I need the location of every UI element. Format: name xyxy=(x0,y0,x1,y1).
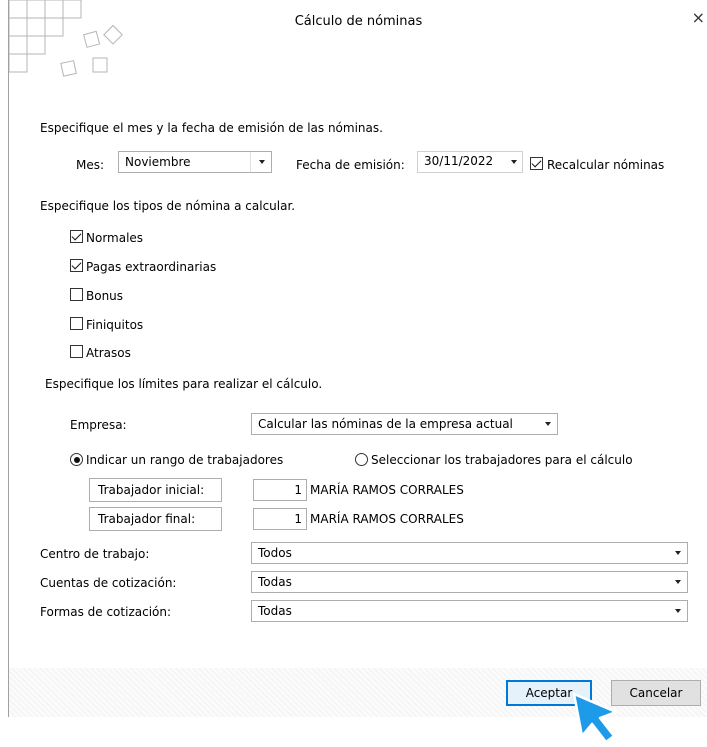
payroll-dialog: Cálculo de nóminas × Especifique el mes … xyxy=(8,0,707,717)
recalculate-label: Recalcular nóminas xyxy=(547,158,665,172)
radio-worker-range[interactable] xyxy=(70,453,83,466)
month-select-value: Noviembre xyxy=(125,155,191,169)
type-atrasos-checkbox[interactable] xyxy=(70,345,83,358)
chevron-down-icon xyxy=(675,609,681,613)
type-finiquitos-checkbox[interactable] xyxy=(70,317,83,330)
month-label: Mes: xyxy=(76,158,105,172)
recalculate-checkbox[interactable] xyxy=(530,157,543,170)
issue-date-picker[interactable]: 30/11/2022 xyxy=(417,151,523,173)
chevron-down-icon xyxy=(545,422,551,426)
month-select-separator xyxy=(250,152,251,172)
company-select-value: Calcular las nóminas de la empresa actua… xyxy=(258,417,513,431)
type-bonus-label: Bonus xyxy=(86,289,124,303)
close-icon[interactable]: × xyxy=(692,8,705,27)
type-pagas-extra-checkbox[interactable] xyxy=(70,259,83,272)
section-types-heading: Especifique los tipos de nómina a calcul… xyxy=(40,199,296,213)
worker-start-name: MARÍA RAMOS CORRALES xyxy=(310,483,464,497)
month-select[interactable]: Noviembre xyxy=(118,151,272,173)
type-finiquitos-label: Finiquitos xyxy=(86,318,144,332)
type-pagas-extra-label: Pagas extraordinarias xyxy=(86,260,217,274)
contribution-forms-select[interactable]: Todas xyxy=(251,600,688,622)
section-month-heading: Especifique el mes y la fecha de emisión… xyxy=(40,121,383,135)
issue-date-label: Fecha de emisión: xyxy=(296,158,405,172)
chevron-down-icon xyxy=(675,551,681,555)
company-label: Empresa: xyxy=(70,418,127,432)
type-bonus-checkbox[interactable] xyxy=(70,288,83,301)
radio-worker-range-label: Indicar un rango de trabajadores xyxy=(86,453,284,467)
chevron-down-icon xyxy=(511,160,517,164)
work-center-label: Centro de trabajo: xyxy=(40,547,150,561)
worker-end-label-text: Trabajador final: xyxy=(98,512,196,526)
radio-select-workers[interactable] xyxy=(355,453,368,466)
type-normales-checkbox[interactable] xyxy=(70,230,83,243)
worker-start-label-text: Trabajador inicial: xyxy=(98,483,205,497)
work-center-select[interactable]: Todos xyxy=(251,542,688,564)
contribution-accounts-label: Cuentas de cotización: xyxy=(40,576,177,590)
worker-end-number: 1 xyxy=(294,512,302,526)
type-normales-label: Normales xyxy=(86,231,144,245)
work-center-value: Todos xyxy=(258,546,292,560)
chevron-down-icon xyxy=(259,160,265,164)
chevron-down-icon xyxy=(675,580,681,584)
type-atrasos-label: Atrasos xyxy=(86,346,131,360)
worker-start-label: Trabajador inicial: xyxy=(89,478,222,502)
worker-end-label: Trabajador final: xyxy=(89,507,222,531)
contribution-forms-value: Todas xyxy=(258,604,292,618)
pointer-cursor-icon xyxy=(572,692,618,744)
company-select[interactable]: Calcular las nóminas de la empresa actua… xyxy=(251,413,558,435)
contribution-accounts-select[interactable]: Todas xyxy=(251,571,688,593)
contribution-forms-label: Formas de cotización: xyxy=(40,605,172,619)
worker-start-input[interactable]: 1 xyxy=(253,479,307,501)
radio-select-workers-label: Seleccionar los trabajadores para el cál… xyxy=(371,453,633,467)
issue-date-value: 30/11/2022 xyxy=(424,154,494,168)
section-limits-heading: Especifique los límites para realizar el… xyxy=(45,377,323,391)
worker-start-number: 1 xyxy=(294,483,302,497)
contribution-accounts-value: Todas xyxy=(258,575,292,589)
dialog-title: Cálculo de nóminas xyxy=(294,14,423,29)
worker-end-name: MARÍA RAMOS CORRALES xyxy=(310,512,464,526)
worker-end-input[interactable]: 1 xyxy=(253,508,307,530)
